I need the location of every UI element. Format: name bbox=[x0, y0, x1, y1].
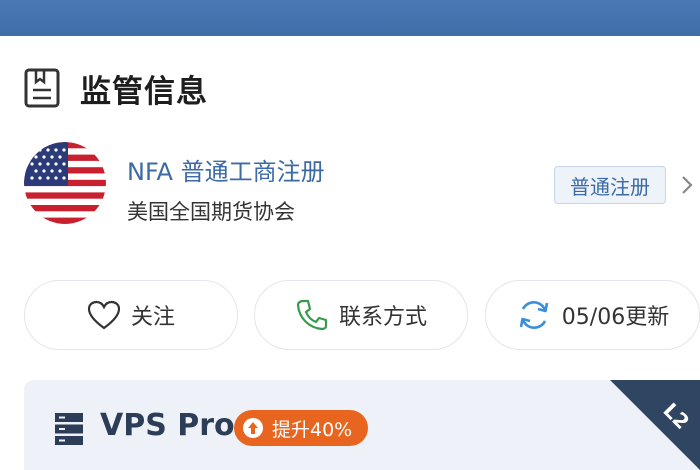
refresh-icon bbox=[519, 300, 549, 330]
document-icon bbox=[24, 68, 60, 108]
server-icon bbox=[55, 413, 83, 445]
up-arrow-icon bbox=[243, 418, 263, 438]
update-button[interactable]: 05/06更新 bbox=[485, 280, 700, 350]
chevron-right-icon[interactable] bbox=[678, 174, 696, 196]
follow-label: 关注 bbox=[130, 305, 175, 330]
boost-text: 提升40% bbox=[272, 418, 353, 441]
registration-type-badge: 普通注册 bbox=[554, 166, 666, 204]
regulator-row[interactable]: NFA 普通工商注册 美国全国期货协会 普通注册 bbox=[24, 142, 700, 228]
corner-ribbon bbox=[610, 380, 700, 470]
action-buttons: 关注 联系方式 05/06更新 bbox=[24, 280, 700, 350]
heart-icon bbox=[87, 300, 121, 330]
regulator-name: NFA 普通工商注册 bbox=[127, 158, 325, 186]
page: 监管信息 NFA 普通工商注册 美国全国期货协会 普通注册 关注 联系方式 05… bbox=[0, 0, 700, 470]
vps-card[interactable]: L2 VPS Pro 提升40% bbox=[24, 380, 700, 470]
vps-title: VPS Pro bbox=[100, 408, 235, 443]
update-label: 05/06更新 bbox=[561, 305, 670, 330]
us-flag-icon bbox=[24, 142, 106, 224]
boost-badge: 提升40% bbox=[234, 410, 368, 446]
follow-button[interactable]: 关注 bbox=[24, 280, 238, 350]
top-header-bar bbox=[0, 0, 700, 36]
regulator-description: 美国全国期货协会 bbox=[127, 200, 295, 224]
section-title: 监管信息 bbox=[80, 73, 208, 110]
contact-label: 联系方式 bbox=[338, 305, 427, 330]
phone-icon bbox=[296, 299, 328, 331]
contact-button[interactable]: 联系方式 bbox=[254, 280, 468, 350]
section-header: 监管信息 bbox=[24, 66, 208, 110]
